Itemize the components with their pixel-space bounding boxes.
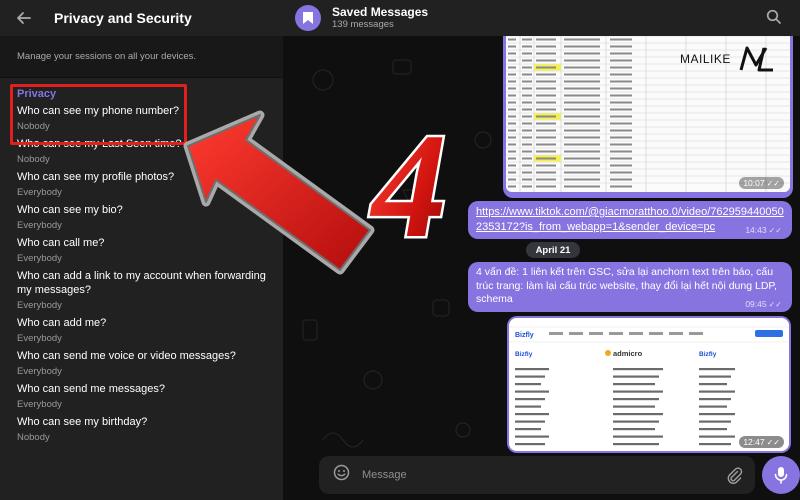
- privacy-item-label: Who can see my birthday?: [17, 416, 148, 428]
- privacy-item-label: Who can see my profile photos?: [17, 171, 175, 183]
- privacy-item-value: Everybody: [17, 333, 62, 344]
- privacy-settings-panel: Privacy and Security Manage your session…: [0, 0, 283, 500]
- tiktok-link[interactable]: https://www.tiktok.com/@giacmoratthoo.0/…: [476, 205, 784, 235]
- voice-record-button[interactable]: [762, 456, 800, 494]
- privacy-item-forwarding-link[interactable]: Who can add a link to my account when fo…: [0, 265, 283, 312]
- panel-title: Privacy and Security: [54, 10, 192, 26]
- message-time: 12:47 ✓✓: [739, 436, 784, 448]
- privacy-item-value: Nobody: [17, 432, 50, 443]
- privacy-item-last-seen[interactable]: Who can see my Last Seen time? Nobody: [0, 133, 283, 166]
- privacy-item-value: Everybody: [17, 399, 62, 410]
- mailike-watermark: MAILIKE: [680, 42, 790, 76]
- ml-monogram-logo: [739, 46, 773, 72]
- bookmark-icon: [303, 12, 313, 24]
- privacy-item-value: Nobody: [17, 154, 50, 165]
- privacy-item-value: Everybody: [17, 187, 62, 198]
- message-time: 14:43 ✓✓: [745, 225, 782, 235]
- website-logo-bizfly: Bizfly: [515, 332, 534, 339]
- chat-header[interactable]: Saved Messages 139 messages: [283, 0, 800, 36]
- microphone-icon: [774, 467, 788, 484]
- message-time: 09:45 ✓✓: [745, 299, 782, 309]
- privacy-item-add-me[interactable]: Who can add me? Everybody: [0, 312, 283, 345]
- mailike-brand-text: MAILIKE: [680, 52, 731, 66]
- privacy-section-heading: Privacy: [17, 88, 57, 100]
- message-text: 4 vấn đề: 1 liên kết trên GSC, sửa lại a…: [476, 266, 777, 305]
- privacy-item-label: Who can call me?: [17, 237, 105, 249]
- privacy-item-label: Who can add me?: [17, 317, 107, 329]
- website-screenshot: Bizfly Bizfly admicro Bizfly 12:47 ✓✓: [509, 318, 789, 451]
- privacy-item-value: Everybody: [17, 366, 62, 377]
- privacy-item-label: Who can send me voice or video messages?: [17, 350, 236, 362]
- link-message-bubble[interactable]: https://www.tiktok.com/@giacmoratthoo.0/…: [468, 201, 792, 239]
- privacy-item-label: Who can send me messages?: [17, 383, 165, 395]
- privacy-item-label: Who can see my Last Seen time?: [17, 138, 182, 150]
- message-time: 10:07 ✓✓: [739, 177, 784, 189]
- privacy-item-label: Who can see my phone number?: [17, 105, 180, 117]
- saved-messages-avatar: [295, 5, 321, 31]
- privacy-item-value: Everybody: [17, 253, 62, 264]
- privacy-item-value: Everybody: [17, 220, 62, 231]
- privacy-item-phone-number[interactable]: Who can see my phone number? Nobody: [0, 100, 283, 133]
- date-divider: April 21: [526, 242, 580, 258]
- search-icon[interactable]: [766, 9, 782, 25]
- privacy-item-birthday[interactable]: Who can see my birthday? Nobody: [0, 411, 283, 444]
- privacy-item-value: Everybody: [17, 300, 62, 311]
- privacy-item-value: Nobody: [17, 121, 50, 132]
- privacy-item-messages[interactable]: Who can send me messages? Everybody: [0, 378, 283, 411]
- panel-header: Privacy and Security: [0, 0, 283, 36]
- privacy-item-label: Who can see my bio?: [17, 204, 123, 216]
- privacy-item-calls[interactable]: Who can call me? Everybody: [0, 232, 283, 265]
- privacy-item-bio[interactable]: Who can see my bio? Everybody: [0, 199, 283, 232]
- website-image-message[interactable]: Bizfly Bizfly admicro Bizfly 12:47 ✓✓: [507, 316, 791, 453]
- back-arrow-icon[interactable]: [14, 8, 34, 28]
- website-preview: Bizfly Bizfly admicro Bizfly: [509, 318, 789, 451]
- privacy-item-label: Who can add a link to my account when fo…: [17, 270, 266, 296]
- chat-message-count: 139 messages: [332, 19, 394, 30]
- chat-title: Saved Messages: [332, 5, 429, 19]
- privacy-list: Privacy Who can see my phone number? Nob…: [0, 78, 283, 444]
- brand-bizfly-label-2: Bizfly: [699, 351, 717, 358]
- privacy-item-voice-video-messages[interactable]: Who can send me voice or video messages?…: [0, 345, 283, 378]
- message-composer: [319, 456, 755, 494]
- brand-bizfly-label: Bizfly: [515, 351, 533, 358]
- paperclip-icon[interactable]: [725, 466, 743, 485]
- active-sessions-note[interactable]: Manage your sessions on all your devices…: [0, 36, 283, 78]
- text-message-bubble[interactable]: 4 vấn đề: 1 liên kết trên GSC, sửa lại a…: [468, 262, 792, 312]
- privacy-item-profile-photos[interactable]: Who can see my profile photos? Everybody: [0, 166, 283, 199]
- smile-icon[interactable]: [333, 464, 350, 486]
- brand-admicro-label: admicro: [613, 349, 643, 358]
- message-input[interactable]: [362, 469, 712, 481]
